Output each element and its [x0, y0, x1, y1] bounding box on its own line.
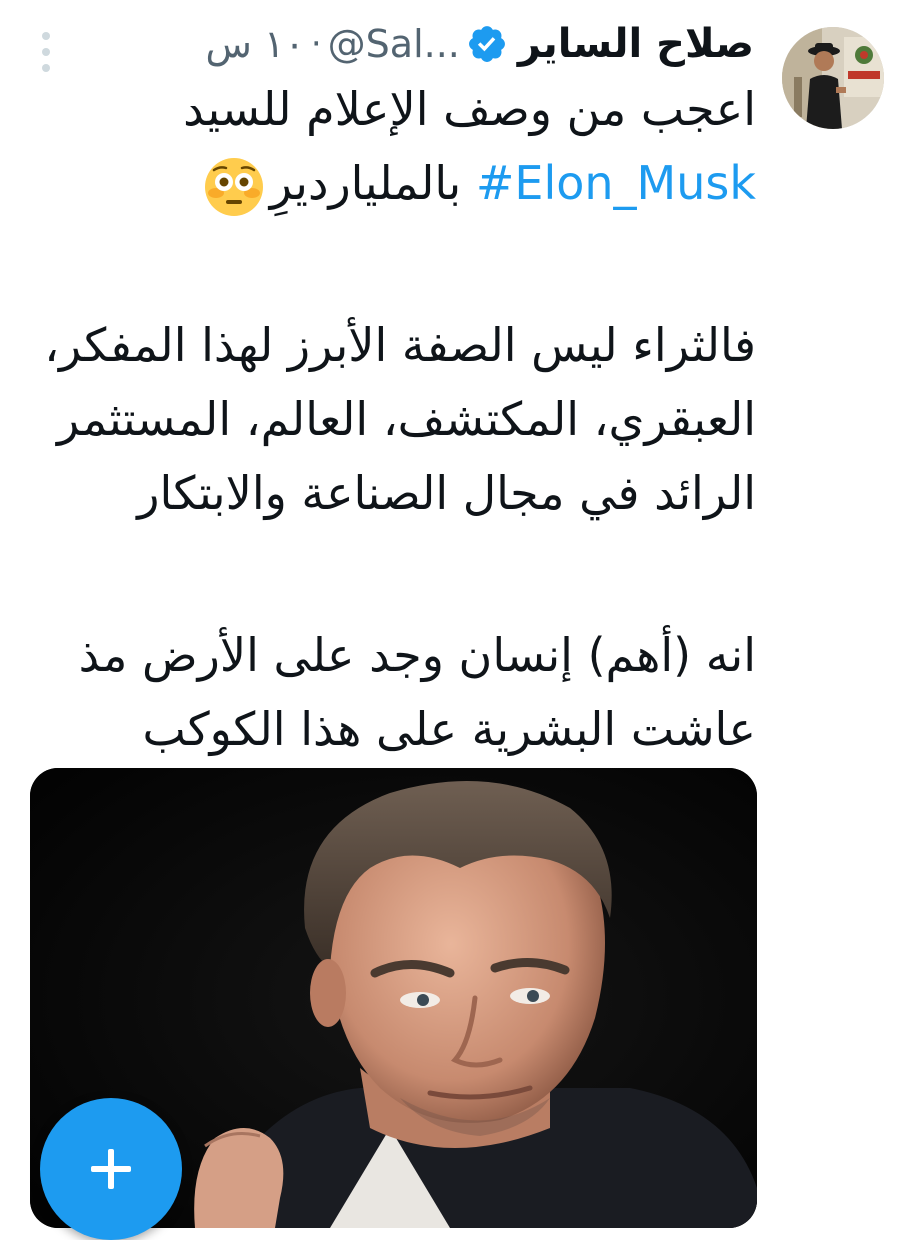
author-handle[interactable]: @Sal... — [328, 22, 460, 66]
tweet-text-line-hashtag: #Elon_Musk بالمليارديرِ — [36, 146, 756, 220]
separator-dot: · — [310, 24, 322, 64]
tweet-paragraph: فالثراء ليس الصفة الأبرز لهذا المفكر، ال… — [44, 318, 756, 520]
hashtag-link[interactable]: #Elon_Musk — [476, 156, 756, 210]
tweet-text-fragment: بالمليارديرِ — [269, 156, 476, 210]
tweet-text: اعجب من وصف الإعلام للسيد #Elon_Musk بال… — [36, 72, 756, 766]
tweet-paragraph: انه (أهم) إنسان وجد على الأرض مذ عاشت ال… — [78, 628, 756, 756]
avatar[interactable] — [782, 27, 884, 129]
tweet[interactable]: صلاح الساير @Sal... · ١٠ س اعجب من وصف ا… — [0, 0, 914, 1240]
more-vertical-icon[interactable] — [38, 32, 54, 72]
display-name[interactable]: صلاح الساير — [518, 21, 754, 67]
tweet-text-line: اعجب من وصف الإعلام للسيد — [183, 82, 756, 136]
verified-badge-icon — [468, 26, 505, 62]
tweet-header: صلاح الساير @Sal... · ١٠ س — [34, 14, 754, 74]
flushed-face-icon — [204, 157, 263, 216]
compose-button[interactable] — [40, 1098, 182, 1240]
timestamp[interactable]: ١٠ س — [206, 22, 305, 66]
